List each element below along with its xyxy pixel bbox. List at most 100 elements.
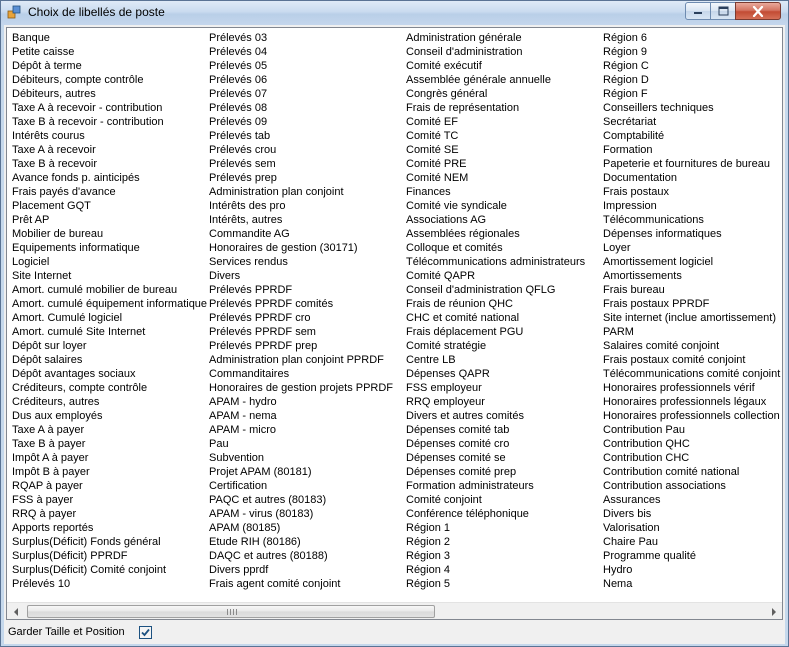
list-item[interactable]: PAQC et autres (80183): [208, 493, 405, 507]
list-item[interactable]: Taxe B à payer: [11, 437, 208, 451]
list-item[interactable]: Prélevés 09: [208, 115, 405, 129]
list-item[interactable]: Formation administrateurs: [405, 479, 602, 493]
list-item[interactable]: Salaires comité conjoint: [602, 339, 789, 353]
minimize-button[interactable]: [685, 2, 711, 20]
list-item[interactable]: Dépenses comité tab: [405, 423, 602, 437]
list-item[interactable]: Frais de réunion QHC: [405, 297, 602, 311]
list-item[interactable]: Prêt AP: [11, 213, 208, 227]
list-item[interactable]: Taxe A à payer: [11, 423, 208, 437]
list-item[interactable]: Honoraires professionnels vérif: [602, 381, 789, 395]
list-item[interactable]: Prélevés sem: [208, 157, 405, 171]
list-item[interactable]: Divers bis: [602, 507, 789, 521]
list-item[interactable]: Dépenses informatiques: [602, 227, 789, 241]
list-item[interactable]: Honoraires professionnels légaux: [602, 395, 789, 409]
list-item[interactable]: Commandite AG: [208, 227, 405, 241]
list-item[interactable]: Télécommunications: [602, 213, 789, 227]
list-item[interactable]: Site Internet: [11, 269, 208, 283]
maximize-button[interactable]: [710, 2, 736, 20]
list-item[interactable]: Prélevés PPRDF: [208, 283, 405, 297]
list-item[interactable]: Région 4: [405, 563, 602, 577]
scroll-right-button[interactable]: [765, 603, 782, 620]
list-item[interactable]: RRQ employeur: [405, 395, 602, 409]
list-item[interactable]: DAQC et autres (80188): [208, 549, 405, 563]
list-item[interactable]: Prélevés PPRDF prep: [208, 339, 405, 353]
list-item[interactable]: Impression: [602, 199, 789, 213]
poste-label-list[interactable]: Banque Petite caisse Dépôt à terme Débiteur…: [6, 27, 783, 620]
list-item[interactable]: Surplus(Déficit) PPRDF: [11, 549, 208, 563]
list-item[interactable]: Amort. cumulé mobilier de bureau: [11, 283, 208, 297]
list-item[interactable]: Surplus(Déficit) Comité conjoint: [11, 563, 208, 577]
list-item[interactable]: Nema: [602, 577, 789, 591]
list-item[interactable]: Comité stratégie: [405, 339, 602, 353]
list-item[interactable]: Centre LB: [405, 353, 602, 367]
close-button[interactable]: [735, 2, 781, 20]
list-item[interactable]: Hydro: [602, 563, 789, 577]
list-item[interactable]: Dépôt avantages sociaux: [11, 367, 208, 381]
list-item[interactable]: Prélevés prep: [208, 171, 405, 185]
list-item[interactable]: Certification: [208, 479, 405, 493]
list-item[interactable]: Prélevés 06: [208, 73, 405, 87]
list-item[interactable]: Conseil d'administration: [405, 45, 602, 59]
list-item[interactable]: Petite caisse: [11, 45, 208, 59]
list-item[interactable]: Frais postaux comité conjoint: [602, 353, 789, 367]
horizontal-scrollbar[interactable]: [7, 602, 782, 619]
list-item[interactable]: Comité SE: [405, 143, 602, 157]
keep-size-position-checkbox[interactable]: [139, 626, 152, 639]
list-item[interactable]: Finances: [405, 185, 602, 199]
list-item[interactable]: Comité conjoint: [405, 493, 602, 507]
list-item[interactable]: Comité exécutif: [405, 59, 602, 73]
list-item[interactable]: Frais agent comité conjoint: [208, 577, 405, 591]
list-item[interactable]: Prélevés 07: [208, 87, 405, 101]
list-item[interactable]: Avance fonds p. ainticipés: [11, 171, 208, 185]
list-item[interactable]: Dépôt sur loyer: [11, 339, 208, 353]
list-item[interactable]: Région C: [602, 59, 789, 73]
list-item[interactable]: Télécommunications comité conjoint: [602, 367, 789, 381]
list-item[interactable]: Prélevés PPRDF comités: [208, 297, 405, 311]
list-item[interactable]: Taxe A à recevoir - contribution: [11, 101, 208, 115]
list-item[interactable]: APAM - virus (80183): [208, 507, 405, 521]
list-item[interactable]: Comité NEM: [405, 171, 602, 185]
list-item[interactable]: Contribution QHC: [602, 437, 789, 451]
list-item[interactable]: Chaire Pau: [602, 535, 789, 549]
list-item[interactable]: APAM - hydro: [208, 395, 405, 409]
list-item[interactable]: Valorisation: [602, 521, 789, 535]
list-item[interactable]: Equipements informatique: [11, 241, 208, 255]
list-item[interactable]: Prélevés 04: [208, 45, 405, 59]
list-item[interactable]: Honoraires professionnels collection: [602, 409, 789, 423]
list-item[interactable]: Contribution comité national: [602, 465, 789, 479]
list-item[interactable]: Région 6: [602, 31, 789, 45]
list-item[interactable]: Conférence téléphonique: [405, 507, 602, 521]
list-item[interactable]: Banque: [11, 31, 208, 45]
list-item[interactable]: Secrétariat: [602, 115, 789, 129]
list-item[interactable]: Intérêts, autres: [208, 213, 405, 227]
list-item[interactable]: RQAP à payer: [11, 479, 208, 493]
list-item[interactable]: Frais déplacement PGU: [405, 325, 602, 339]
list-item[interactable]: Colloque et comités: [405, 241, 602, 255]
list-item[interactable]: CHC et comité national: [405, 311, 602, 325]
list-item[interactable]: Région 1: [405, 521, 602, 535]
list-item[interactable]: PARM: [602, 325, 789, 339]
list-item[interactable]: Documentation: [602, 171, 789, 185]
list-item[interactable]: Prélevés 08: [208, 101, 405, 115]
list-item[interactable]: Amort. cumulé Site Internet: [11, 325, 208, 339]
list-item[interactable]: Administration plan conjoint: [208, 185, 405, 199]
list-item[interactable]: Intérêts courus: [11, 129, 208, 143]
list-item[interactable]: Débiteurs, autres: [11, 87, 208, 101]
list-item[interactable]: Associations AG: [405, 213, 602, 227]
list-item[interactable]: Logiciel: [11, 255, 208, 269]
list-item[interactable]: Prélevés 03: [208, 31, 405, 45]
list-item[interactable]: Prélevés 10: [11, 577, 208, 591]
list-item[interactable]: APAM - nema: [208, 409, 405, 423]
list-item[interactable]: Congrès général: [405, 87, 602, 101]
list-item[interactable]: Amortissement logiciel: [602, 255, 789, 269]
list-item[interactable]: RRQ à payer: [11, 507, 208, 521]
list-item[interactable]: Administration générale: [405, 31, 602, 45]
list-item[interactable]: Région 2: [405, 535, 602, 549]
list-item[interactable]: Comité EF: [405, 115, 602, 129]
list-item[interactable]: Télécommunications administrateurs: [405, 255, 602, 269]
list-item[interactable]: Apports reportés: [11, 521, 208, 535]
list-item[interactable]: Dépôt à terme: [11, 59, 208, 73]
list-item[interactable]: Comptabilité: [602, 129, 789, 143]
list-item[interactable]: Contribution Pau: [602, 423, 789, 437]
list-item[interactable]: Dus aux employés: [11, 409, 208, 423]
